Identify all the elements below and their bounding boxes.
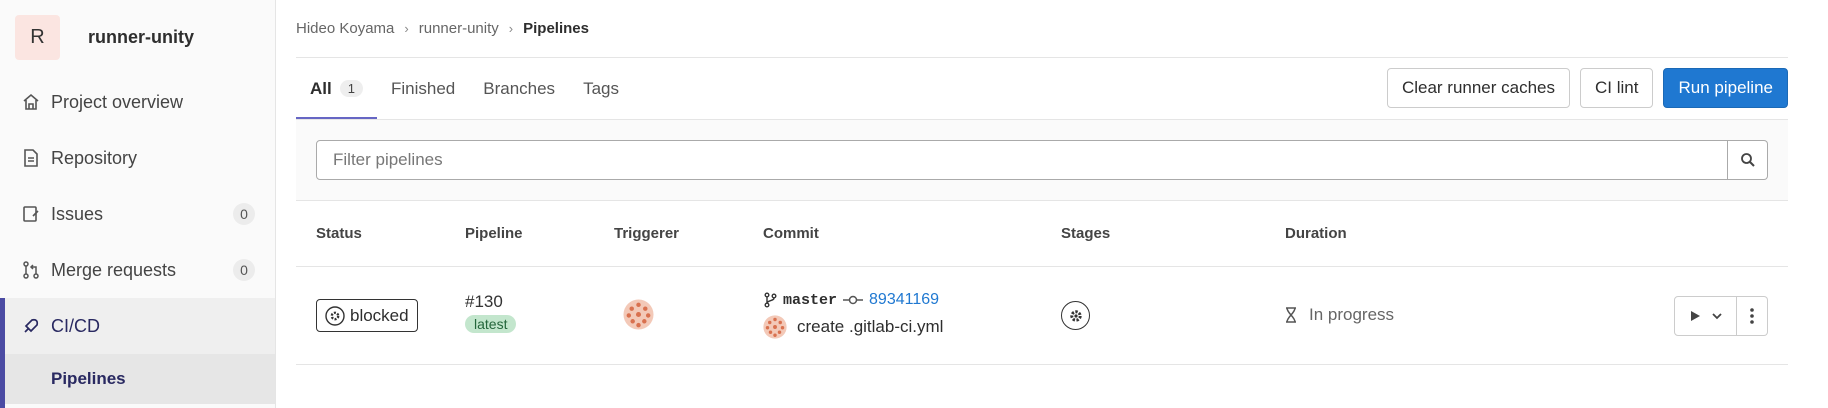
commit-icon (843, 295, 864, 305)
header-status: Status (316, 225, 362, 242)
header-stages: Stages (1061, 225, 1111, 242)
stage-status-button[interactable] (1061, 301, 1090, 330)
merge-request-icon (20, 259, 42, 281)
commit-message-link[interactable]: create .gitlab-ci.yml (797, 317, 943, 337)
project-name[interactable]: runner-unity (88, 27, 194, 48)
sidebar-item-project-overview[interactable]: Project overview (0, 74, 275, 130)
pipeline-actions: Clear runner caches CI lint Run pipeline (1386, 68, 1788, 108)
gear-icon (325, 305, 345, 326)
breadcrumb-project[interactable]: runner-unity (419, 20, 499, 37)
table-row: blocked #130 latest master 89341169 crea… (296, 267, 1788, 365)
pipeline-id-link[interactable]: #130 (465, 292, 516, 312)
status-badge[interactable]: blocked (316, 299, 418, 332)
status-label: blocked (350, 305, 409, 325)
duration: In progress (1285, 305, 1394, 325)
tab-tags[interactable]: Tags (569, 58, 633, 119)
filter-pipelines-input[interactable]: Filter pipelines (316, 140, 1728, 180)
filter-bar: Filter pipelines (296, 119, 1788, 201)
home-icon (20, 91, 42, 113)
sidebar-item-label: Project overview (51, 91, 184, 112)
main-content: Hideo Koyama › runner-unity › Pipelines … (296, 0, 1788, 365)
search-button[interactable] (1728, 140, 1768, 180)
clear-runner-caches-button[interactable]: Clear runner caches (1386, 68, 1571, 108)
play-icon (1690, 311, 1700, 321)
tab-finished[interactable]: Finished (377, 58, 469, 119)
breadcrumb-current[interactable]: Pipelines (523, 20, 589, 37)
run-pipeline-button[interactable]: Run pipeline (1663, 68, 1788, 108)
latest-badge: latest (465, 315, 517, 333)
more-actions-button[interactable] (1737, 296, 1768, 336)
kebab-menu-icon (1750, 308, 1754, 324)
commit-sha-link[interactable]: 89341169 (869, 291, 939, 309)
sidebar-item-label: Repository (51, 147, 138, 168)
tab-count-badge: 1 (339, 80, 363, 97)
commit-author-avatar[interactable] (763, 315, 787, 339)
tab-all[interactable]: All 1 (296, 58, 377, 119)
project-header[interactable]: R runner-unity (0, 0, 275, 74)
sidebar-item-issues[interactable]: Issues 0 (0, 186, 275, 242)
breadcrumb: Hideo Koyama › runner-unity › Pipelines (296, 0, 1788, 58)
sidebar-item-label: Issues (51, 203, 104, 224)
manual-job-play-dropdown[interactable] (1674, 296, 1737, 336)
chevron-down-icon (1711, 313, 1722, 320)
branch-icon (764, 292, 777, 308)
sidebar-item-label: Merge requests (51, 259, 177, 280)
ci-lint-button[interactable]: CI lint (1580, 68, 1654, 108)
issues-icon (20, 203, 42, 225)
hourglass-icon (1286, 307, 1296, 323)
sidebar-item-label: CI/CD (51, 315, 100, 336)
rocket-icon (20, 315, 42, 337)
tab-label: All (310, 78, 332, 98)
branch-link[interactable]: master (783, 292, 837, 309)
chevron-right-icon: › (404, 21, 409, 36)
merge-requests-count-badge: 0 (233, 259, 255, 281)
sidebar-item-cicd[interactable]: CI/CD (0, 298, 275, 408)
sidebar-item-repository[interactable]: Repository (0, 130, 275, 186)
header-duration: Duration (1285, 225, 1347, 242)
breadcrumb-owner[interactable]: Hideo Koyama (296, 20, 394, 37)
sidebar-subitem-pipelines[interactable]: Pipelines (0, 354, 275, 404)
project-avatar: R (15, 14, 60, 60)
sidebar: R runner-unity Project overview Reposito… (0, 0, 276, 408)
header-triggerer: Triggerer (614, 225, 680, 242)
search-icon (1740, 153, 1755, 167)
gear-icon (1069, 309, 1082, 322)
header-commit: Commit (763, 225, 819, 242)
table-header: Status Pipeline Triggerer Commit Stages … (296, 201, 1788, 267)
tab-branches[interactable]: Branches (469, 58, 569, 119)
pipeline-tabs: All 1 Finished Branches Tags Clear runne… (296, 58, 1788, 119)
row-actions (1674, 296, 1768, 336)
sidebar-item-merge-requests[interactable]: Merge requests 0 (0, 242, 275, 298)
header-pipeline: Pipeline (465, 225, 523, 242)
chevron-right-icon: › (508, 21, 514, 36)
issues-count-badge: 0 (233, 203, 255, 225)
duration-label: In progress (1309, 305, 1395, 324)
document-icon (20, 147, 42, 169)
triggerer-avatar[interactable] (623, 299, 654, 330)
